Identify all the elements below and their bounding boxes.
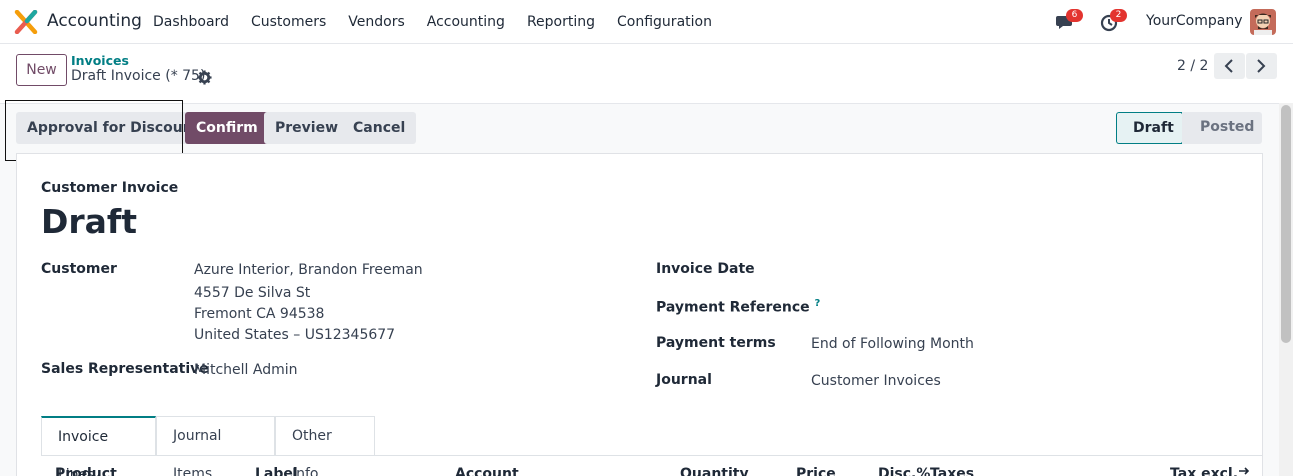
approval-for-discount-button[interactable]: Approval for Discount	[16, 112, 211, 144]
journal-label: Journal	[656, 372, 712, 388]
activities-badge: 2	[1110, 9, 1127, 22]
payment-reference-label-text: Payment Reference	[656, 299, 810, 316]
payment-terms-field[interactable]: End of Following Month	[811, 336, 974, 352]
journal-field[interactable]: Customer Invoices	[811, 373, 941, 389]
chevron-right-icon	[1257, 59, 1266, 73]
chevron-left-icon	[1224, 59, 1233, 73]
column-label[interactable]: Label	[255, 466, 298, 476]
new-button[interactable]: New	[16, 54, 67, 86]
column-price[interactable]: Price	[796, 466, 836, 476]
tab-journal-items[interactable]: Journal Items	[156, 416, 275, 476]
confirm-button[interactable]: Confirm	[185, 112, 269, 144]
menu-dashboard[interactable]: Dashboard	[153, 0, 240, 44]
menu-customers[interactable]: Customers	[240, 0, 337, 44]
column-discount[interactable]: Disc.%	[878, 466, 930, 476]
company-switcher[interactable]: YourCompany	[1146, 13, 1243, 29]
tab-other-info[interactable]: Other Info	[275, 416, 375, 476]
document-type: Customer Invoice	[41, 180, 179, 196]
activities-button[interactable]: 2	[1100, 9, 1127, 32]
sales-rep-field[interactable]: Mitchell Admin	[194, 362, 298, 378]
pager-next-button[interactable]	[1246, 53, 1277, 79]
user-avatar[interactable]	[1250, 9, 1276, 35]
optional-columns-icon[interactable]	[1238, 467, 1252, 476]
breadcrumb-invoices[interactable]: Invoices	[71, 53, 129, 68]
pager-value[interactable]: 2 / 2	[1177, 58, 1208, 74]
breadcrumb-current: Draft Invoice (* 75)	[71, 68, 206, 84]
customer-label: Customer	[41, 261, 117, 277]
sales-rep-label: Sales Representative	[41, 361, 209, 377]
menu-accounting[interactable]: Accounting	[416, 0, 516, 44]
preview-button[interactable]: Preview	[264, 112, 350, 144]
column-account[interactable]: Account	[455, 466, 519, 476]
stage-draft[interactable]: Draft	[1116, 112, 1182, 144]
column-quantity[interactable]: Quantity	[680, 466, 749, 476]
menu-reporting[interactable]: Reporting	[516, 0, 606, 44]
messages-button[interactable]: 6	[1056, 9, 1083, 32]
stage-posted[interactable]: Posted	[1182, 112, 1262, 144]
messages-badge: 6	[1066, 9, 1083, 22]
customer-address-city: Fremont CA 94538	[194, 306, 325, 322]
help-icon[interactable]: ?	[815, 298, 821, 309]
accounting-app-icon[interactable]	[14, 10, 38, 34]
customer-field[interactable]: Azure Interior, Brandon Freeman	[194, 262, 423, 278]
tabs-divider	[41, 455, 1262, 456]
menu-configuration[interactable]: Configuration	[606, 0, 723, 44]
payment-terms-label: Payment terms	[656, 335, 776, 351]
pager-previous-button[interactable]	[1214, 53, 1245, 79]
page-title: Draft	[41, 202, 138, 241]
invoice-date-label: Invoice Date	[656, 261, 755, 277]
scrollbar-thumb[interactable]	[1281, 105, 1291, 343]
column-tax-excluded[interactable]: Tax excl.	[1170, 466, 1238, 476]
main-menu: Dashboard Customers Vendors Accounting R…	[153, 0, 723, 44]
menu-vendors[interactable]: Vendors	[337, 0, 415, 44]
column-taxes[interactable]: Taxes	[930, 466, 974, 476]
payment-reference-label: Payment Reference ?	[656, 298, 820, 316]
cancel-button[interactable]: Cancel	[342, 112, 417, 144]
app-name[interactable]: Accounting	[47, 11, 142, 31]
top-navbar: Accounting Dashboard Customers Vendors A…	[0, 0, 1293, 44]
column-product[interactable]: Product	[55, 466, 117, 476]
customer-address-country: United States – US12345677	[194, 327, 396, 343]
tab-invoice-lines[interactable]: Invoice Lines	[41, 416, 156, 476]
gear-icon[interactable]	[197, 70, 212, 85]
customer-address-street: 4557 De Silva St	[194, 285, 311, 301]
scrollbar[interactable]	[1279, 103, 1293, 476]
